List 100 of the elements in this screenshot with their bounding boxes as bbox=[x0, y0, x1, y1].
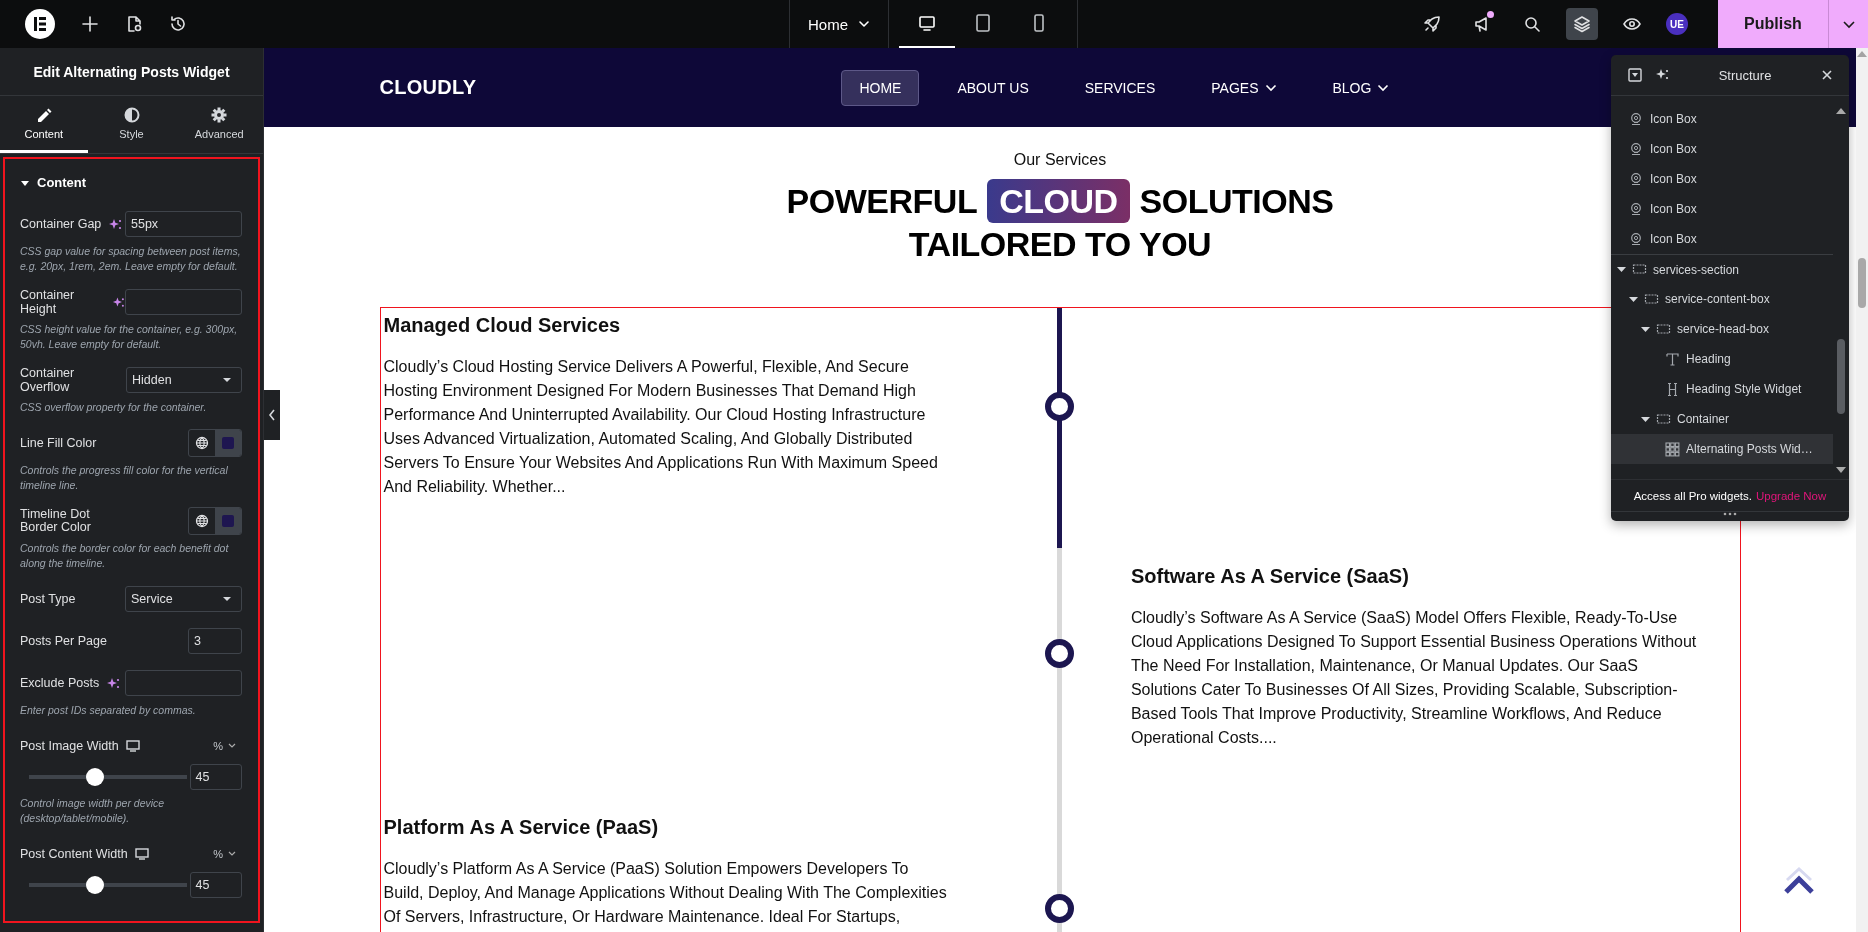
panel-tab[interactable]: Content bbox=[0, 96, 88, 153]
scroll-down-icon bbox=[1836, 467, 1846, 473]
slider-thumb[interactable] bbox=[86, 876, 105, 894]
tree-item[interactable]: service-content-box bbox=[1611, 284, 1833, 314]
nav-link[interactable]: BLOG bbox=[1314, 69, 1408, 106]
slider-thumb[interactable] bbox=[86, 768, 105, 786]
layers-button[interactable] bbox=[1566, 8, 1598, 40]
icon-box-icon bbox=[1629, 201, 1644, 217]
heading-icon bbox=[1665, 381, 1680, 397]
tree-item[interactable]: Icon Box bbox=[1611, 134, 1833, 164]
tablet-icon bbox=[974, 14, 992, 32]
help-text: Control image width per device (desktop/tablet/mobile). bbox=[20, 796, 166, 826]
field-label: Posts Per Page bbox=[20, 634, 107, 648]
rocket-icon bbox=[1423, 15, 1441, 33]
site-logo[interactable]: CLOUDLY bbox=[379, 76, 477, 99]
number-field[interactable]: 45 bbox=[189, 764, 242, 790]
timeline-dot bbox=[1045, 894, 1075, 923]
tree-item[interactable]: Alternating Posts Wid… bbox=[1611, 434, 1833, 464]
post-excerpt: Cloudly’s Cloud Hosting Service Delivers A Powerful, Flexible, And Secure Hosting Environment Designed For Modern Businesses That Demand High Performance And Uninterrupted Availability. Our Cloud Hosting Infrastructure Uses Advanced Virtualization, Automated Scaling, And Globally Distributed Servers To Ensure Your Websites And Applications Run With Maximum Speed And Reliability. Whether... bbox=[383, 357, 939, 497]
gear-icon bbox=[210, 106, 229, 124]
tree-item[interactable]: Icon Box bbox=[1611, 224, 1833, 254]
text-icon bbox=[1665, 351, 1680, 367]
chevron-down-icon bbox=[858, 18, 870, 30]
tree-item[interactable]: Heading Style Widget bbox=[1611, 374, 1833, 404]
number-field[interactable]: 3 bbox=[188, 628, 242, 654]
container-icon bbox=[1656, 411, 1671, 427]
dropdown-box-icon[interactable] bbox=[1628, 68, 1642, 82]
unit-dropdown[interactable]: % bbox=[213, 848, 236, 860]
post-title: Software As A Service (SaaS) bbox=[1130, 565, 1410, 588]
scrollbar-thumb[interactable] bbox=[1837, 339, 1845, 414]
layers-icon bbox=[1573, 15, 1591, 33]
number-field[interactable]: 45 bbox=[189, 872, 242, 898]
tree-item[interactable]: service-head-box bbox=[1611, 314, 1833, 344]
help-text: CSS height value for the container, e.g. 300px, 50vh. Leave empty for default. bbox=[20, 322, 239, 352]
post-excerpt: Cloudly’s Software As A Service (SaaS) Model Offers Flexible, Ready-To-Use Cloud Applications Designed To Support Essential Business Operations Without The Need For Installation, Maintenance, Or Manual Updates. Our SaaS Solutions Cater To Businesses Of All Sizes, Providing Scalable, Subscription-Based Tools That Improve Productivity, Streamline Workflows, And Reduce Operational Costs.... bbox=[1130, 608, 1698, 748]
chevron-left-icon bbox=[268, 409, 276, 421]
sparkle-icon[interactable] bbox=[1655, 68, 1671, 82]
sparkle-icon[interactable] bbox=[108, 218, 123, 230]
collapse-panel-button[interactable] bbox=[264, 390, 280, 440]
help-text: CSS overflow property for the container. bbox=[20, 400, 208, 415]
tree-item[interactable]: Icon Box bbox=[1611, 164, 1833, 194]
select-dropdown[interactable]: Hidden bbox=[125, 367, 242, 393]
heading-text: POWERFUL bbox=[786, 181, 978, 222]
scroll-to-top-icon[interactable] bbox=[1782, 866, 1816, 896]
field-label: Post Type bbox=[20, 592, 76, 606]
icon-box-icon bbox=[1629, 171, 1644, 187]
help-text: Controls the border color for each benefit dot along the timeline. bbox=[20, 541, 230, 571]
text-field[interactable]: 55px bbox=[125, 211, 242, 237]
caret-down-icon bbox=[222, 596, 232, 602]
timeline-dot bbox=[1045, 639, 1075, 668]
field-label: Post Image Width bbox=[20, 739, 119, 753]
panel-title: Structure bbox=[1717, 67, 1773, 83]
caret-down-icon bbox=[222, 377, 232, 383]
container-icon bbox=[1632, 262, 1647, 277]
section-header[interactable]: Content bbox=[20, 175, 87, 190]
upgrade-link[interactable]: Upgrade Now bbox=[1755, 490, 1827, 502]
color-picker-button[interactable] bbox=[215, 508, 241, 534]
logo-icon[interactable] bbox=[25, 9, 55, 39]
help-text: CSS gap value for spacing between post items, e.g. 20px, 1rem, 2em. Leave empty for default. bbox=[20, 244, 242, 274]
container-icon bbox=[1656, 321, 1671, 337]
timeline-dot bbox=[1045, 392, 1075, 421]
panel-tab[interactable]: Advanced bbox=[175, 96, 263, 153]
tree-item[interactable]: services-section bbox=[1611, 254, 1833, 284]
post-title: Platform As A Service (PaaS) bbox=[383, 816, 660, 839]
tree-item[interactable]: Heading bbox=[1611, 344, 1833, 374]
plus-icon[interactable] bbox=[81, 15, 99, 33]
text-field[interactable] bbox=[125, 289, 242, 315]
chevron-down-icon bbox=[228, 851, 236, 857]
select-dropdown[interactable]: Service bbox=[125, 586, 242, 612]
text-field[interactable] bbox=[125, 670, 242, 696]
icon-box-icon bbox=[1629, 231, 1644, 247]
field-label: Container Gap bbox=[20, 217, 102, 231]
tree-item[interactable]: Icon Box bbox=[1611, 194, 1833, 224]
nav-link[interactable]: HOME bbox=[841, 69, 920, 106]
sparkle-icon[interactable] bbox=[112, 296, 125, 308]
close-icon[interactable] bbox=[1821, 69, 1833, 81]
tree-item[interactable]: Container bbox=[1611, 404, 1833, 434]
nav-link[interactable]: ABOUT US bbox=[939, 69, 1047, 106]
scrollbar-thumb[interactable] bbox=[1858, 258, 1866, 308]
document-gear-icon[interactable] bbox=[125, 15, 143, 33]
globe-icon bbox=[195, 436, 209, 450]
scroll-up-icon bbox=[1857, 51, 1867, 57]
grid-icon bbox=[1665, 441, 1680, 457]
sparkle-icon[interactable] bbox=[106, 677, 121, 689]
nav-link[interactable]: PAGES bbox=[1193, 69, 1295, 106]
heading-text: SOLUTIONS bbox=[1139, 181, 1334, 222]
color-picker-button[interactable] bbox=[215, 430, 241, 456]
help-text: Controls the progress fill color for the vertical timeline line. bbox=[20, 463, 229, 493]
field-label: Timeline Dot Border Color bbox=[20, 508, 92, 534]
panel-tab[interactable]: Style bbox=[87, 96, 176, 153]
more-icon[interactable] bbox=[1723, 512, 1737, 516]
half-circle-icon bbox=[122, 106, 141, 124]
user-avatar[interactable]: UE bbox=[1666, 13, 1688, 35]
history-icon[interactable] bbox=[169, 15, 187, 33]
unit-dropdown[interactable]: % bbox=[213, 740, 236, 752]
tree-item[interactable]: Icon Box bbox=[1611, 104, 1833, 134]
container-icon bbox=[1644, 291, 1659, 307]
field-label: Container Overflow bbox=[20, 366, 76, 394]
nav-link[interactable]: SERVICES bbox=[1066, 69, 1174, 106]
chevron-down-icon bbox=[228, 743, 236, 749]
